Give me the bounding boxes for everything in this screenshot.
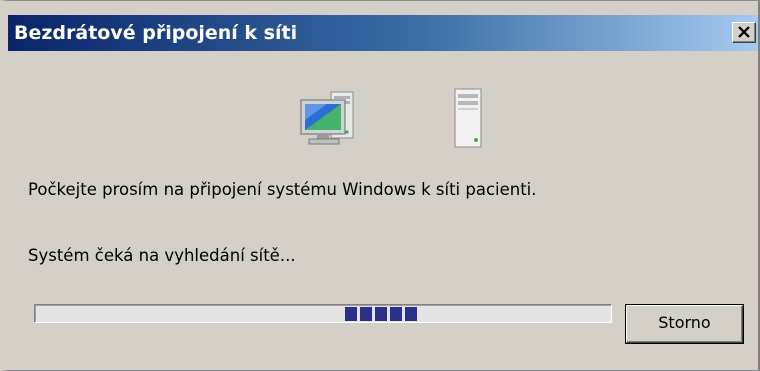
close-icon xyxy=(737,24,751,44)
status-message: Systém čeká na vyhledání sítě... xyxy=(28,246,296,265)
dialog-body: Počkejte prosím na připojení systému Win… xyxy=(8,51,758,370)
wireless-connect-dialog: Bezdrátové připojení k síti Počkejte pro… xyxy=(0,0,760,371)
title-bar[interactable]: Bezdrátové připojení k síti xyxy=(8,15,758,51)
progress-segment xyxy=(375,307,387,321)
progress-segment xyxy=(390,307,402,321)
progress-segment xyxy=(360,307,372,321)
cancel-button[interactable]: Storno xyxy=(626,305,743,343)
progress-bar xyxy=(34,304,612,323)
close-button[interactable] xyxy=(732,22,756,43)
computer-icon xyxy=(297,90,363,154)
progress-segment xyxy=(405,307,417,321)
progress-segment xyxy=(345,307,357,321)
progress-marquee xyxy=(345,307,417,321)
server-icon xyxy=(449,87,485,155)
window-title: Bezdrátové připojení k síti xyxy=(14,22,298,44)
wait-message: Počkejte prosím na připojení systému Win… xyxy=(28,180,537,199)
